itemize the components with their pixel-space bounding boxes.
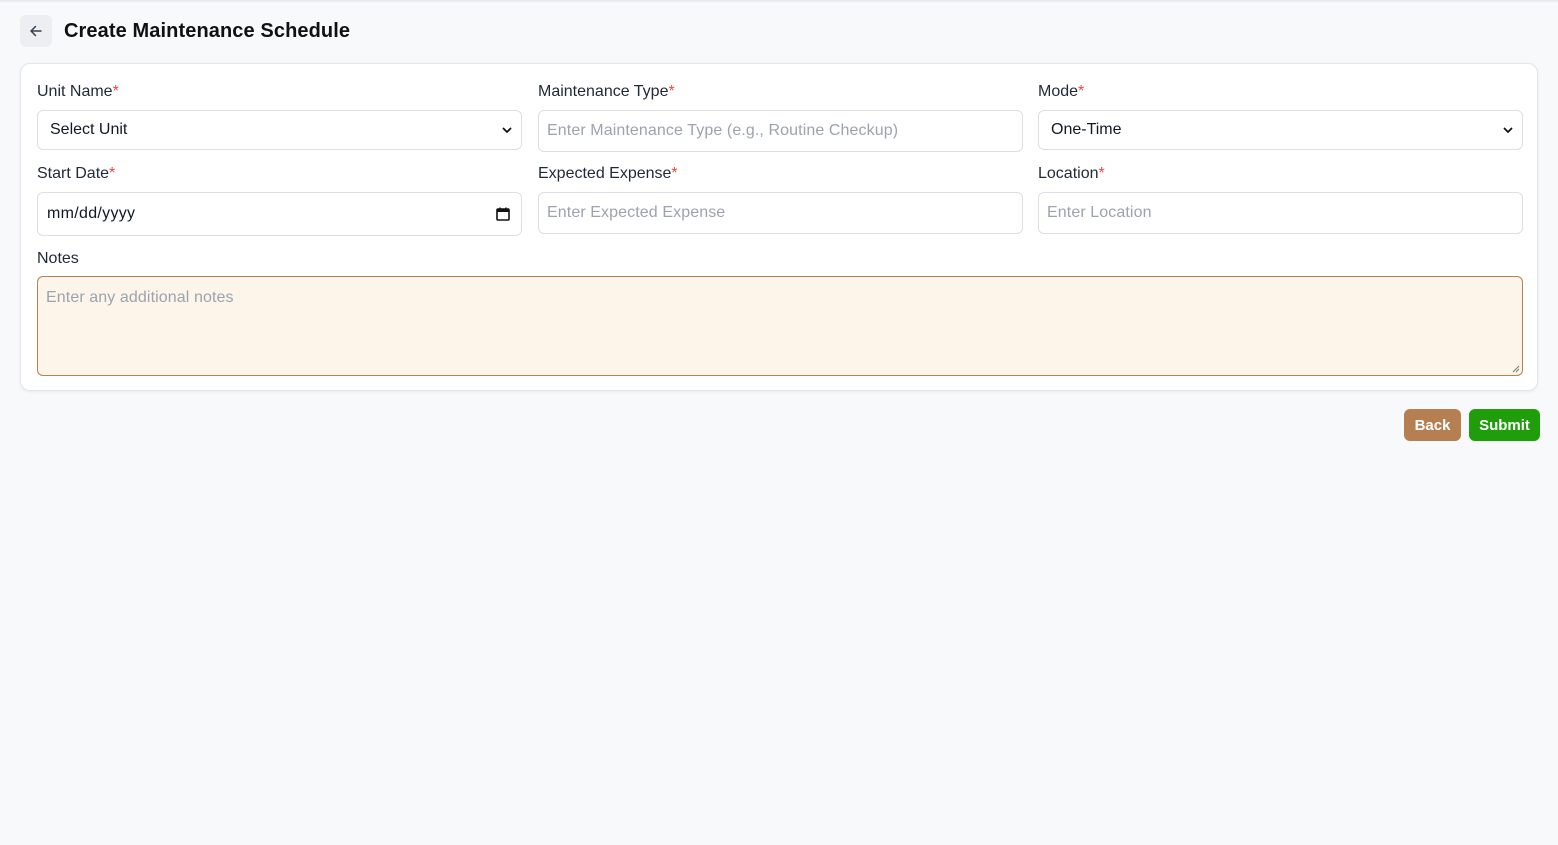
expected-expense-input[interactable]: Enter Expected Expense: [538, 192, 1023, 234]
mode-label: Mode*: [1038, 83, 1085, 100]
back-button[interactable]: Back: [1404, 409, 1461, 441]
start-date-input[interactable]: mm/dd/yyyy: [37, 192, 522, 236]
expected-expense-field: Expected Expense* Enter Expected Expense: [538, 163, 1023, 234]
form-card: Unit Name* Select Unit Maintenance Type*…: [20, 63, 1538, 391]
expected-expense-placeholder: Enter Expected Expense: [547, 204, 726, 221]
location-placeholder: Enter Location: [1047, 204, 1152, 221]
unit-name-selected: Select Unit: [50, 121, 128, 138]
notes-field: Notes Enter any additional notes: [37, 248, 1523, 376]
start-date-value: mm/dd/yyyy: [47, 205, 136, 222]
required-mark: *: [109, 165, 116, 182]
mode-field: Mode* One-Time: [1038, 81, 1523, 150]
maintenance-type-label: Maintenance Type*: [538, 83, 675, 100]
unit-name-select[interactable]: Select Unit: [37, 110, 522, 150]
notes-label: Notes: [37, 250, 79, 267]
start-date-label: Start Date*: [37, 165, 116, 182]
resize-handle-icon[interactable]: [1512, 365, 1520, 373]
page-title: Create Maintenance Schedule: [64, 19, 351, 42]
maintenance-type-input[interactable]: Enter Maintenance Type (e.g., Routine Ch…: [538, 110, 1023, 152]
required-mark: *: [671, 165, 678, 182]
unit-name-field: Unit Name* Select Unit: [37, 81, 522, 150]
required-mark: *: [668, 83, 675, 100]
notes-placeholder: Enter any additional notes: [46, 289, 234, 306]
page-header: Create Maintenance Schedule: [20, 15, 350, 47]
location-field: Location* Enter Location: [1038, 163, 1523, 234]
mode-selected: One-Time: [1051, 121, 1122, 138]
unit-name-label: Unit Name*: [37, 83, 119, 100]
header-back-button[interactable]: [20, 15, 52, 47]
maintenance-type-field: Maintenance Type* Enter Maintenance Type…: [538, 81, 1023, 152]
calendar-icon[interactable]: [496, 207, 510, 221]
location-label: Location*: [1038, 165, 1105, 182]
required-mark: *: [1078, 83, 1085, 100]
required-mark: *: [1098, 165, 1105, 182]
start-date-field: Start Date* mm/dd/yyyy: [37, 163, 522, 236]
arrow-left-icon: [30, 25, 42, 37]
submit-button[interactable]: Submit: [1469, 409, 1540, 441]
chevron-down-icon: [1503, 127, 1513, 133]
location-input[interactable]: Enter Location: [1038, 192, 1523, 234]
notes-textarea[interactable]: Enter any additional notes: [37, 276, 1523, 376]
maintenance-type-placeholder: Enter Maintenance Type (e.g., Routine Ch…: [547, 122, 899, 139]
form-actions: Back Submit: [1404, 409, 1540, 441]
top-shadow: [0, 0, 1558, 3]
mode-select[interactable]: One-Time: [1038, 110, 1523, 150]
expected-expense-label: Expected Expense*: [538, 165, 678, 182]
chevron-down-icon: [502, 127, 512, 133]
required-mark: *: [112, 83, 119, 100]
